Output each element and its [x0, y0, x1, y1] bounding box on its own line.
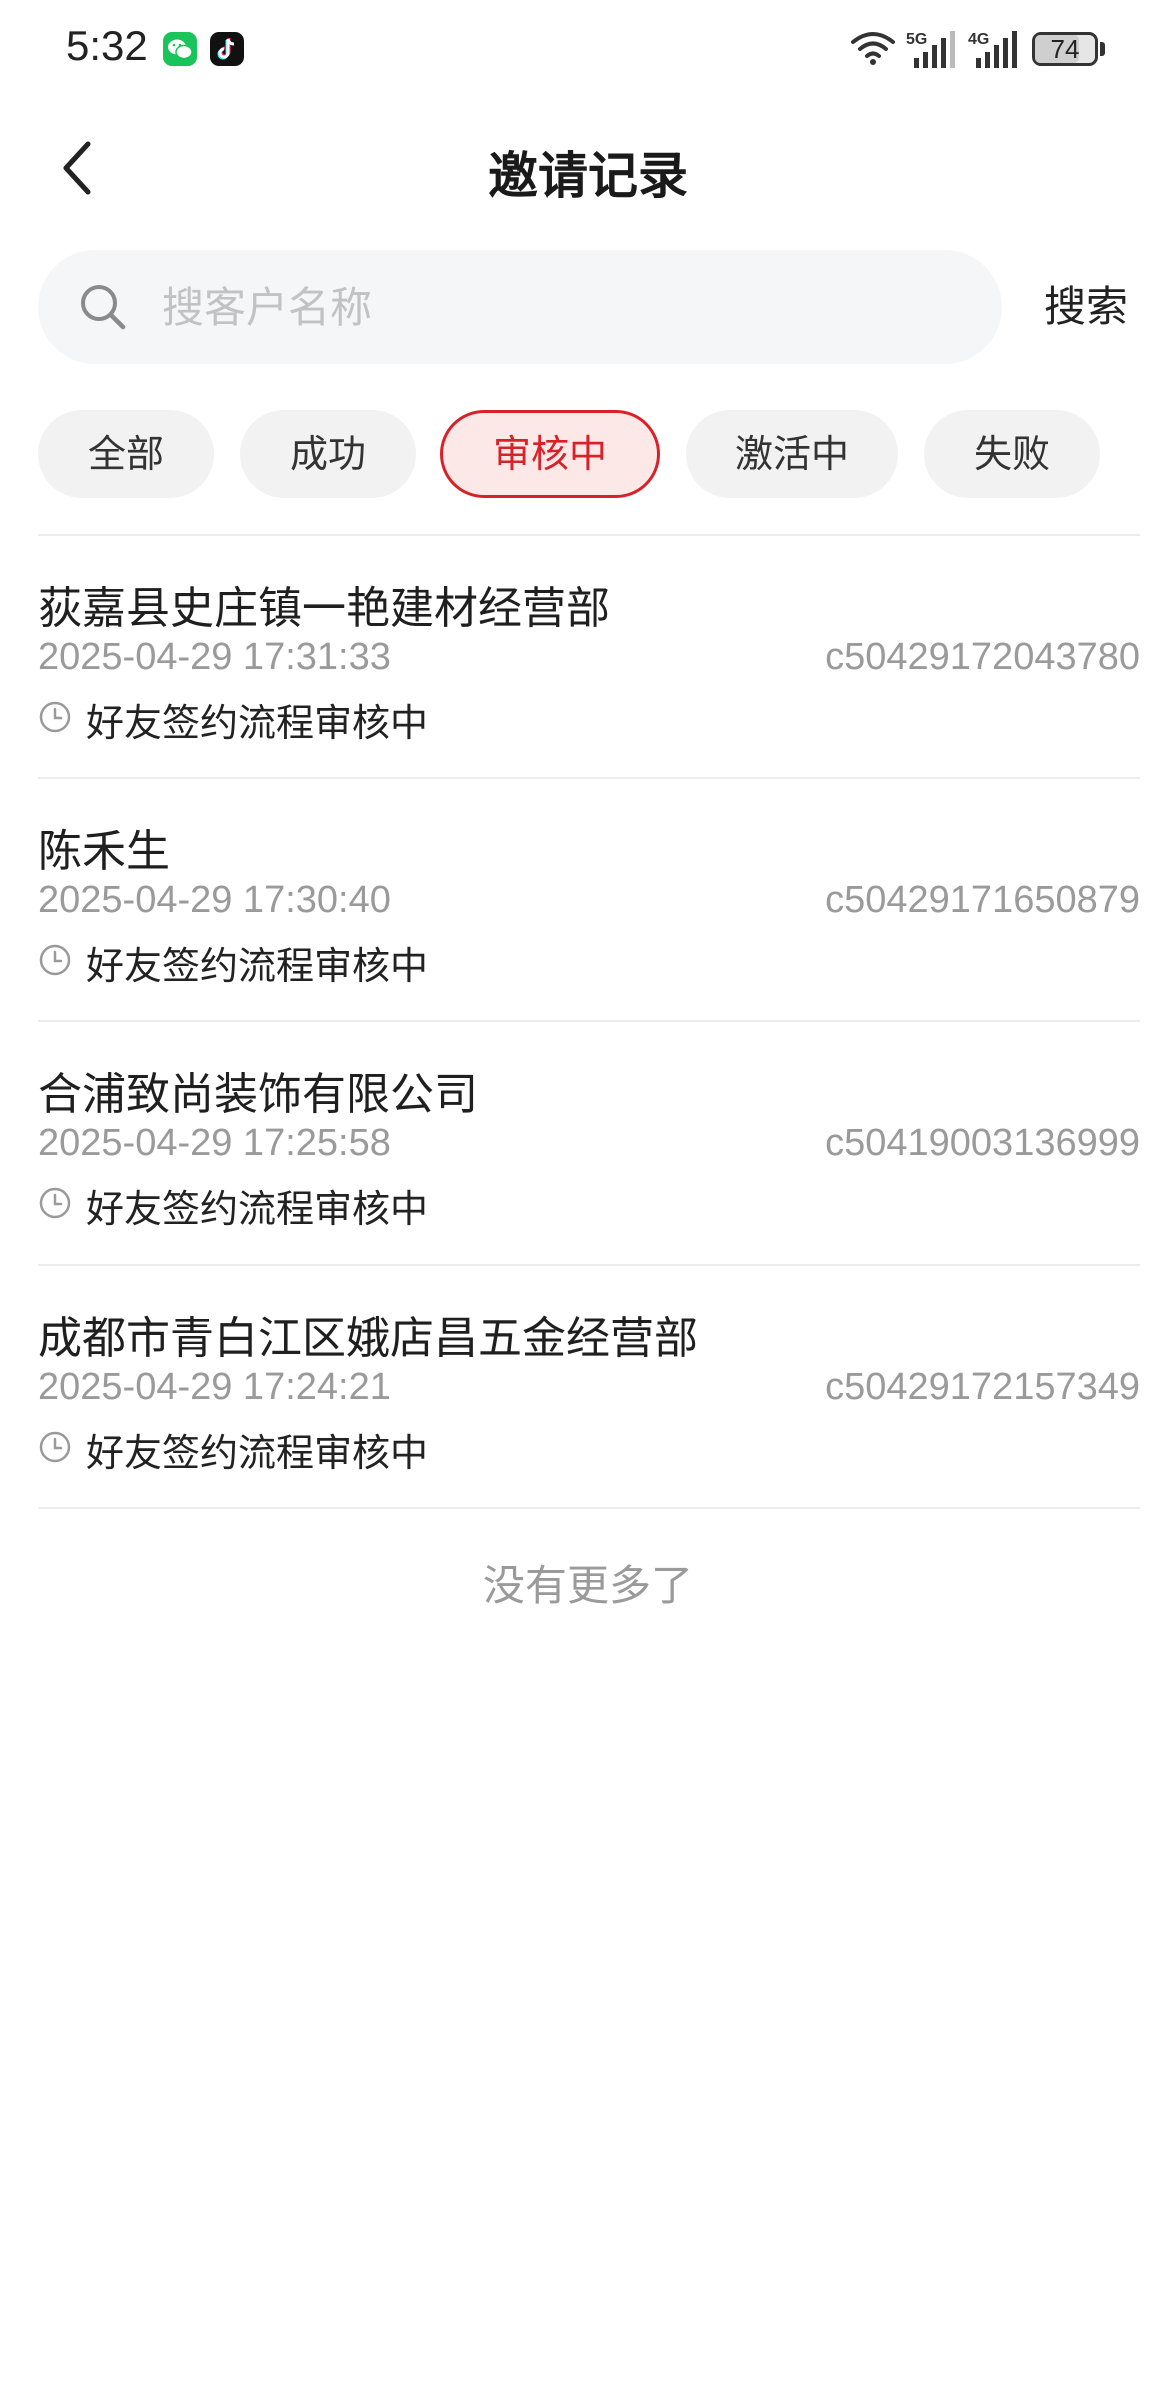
no-more-text: 没有更多了 — [482, 1561, 693, 1610]
status-time: 5:32 — [66, 22, 148, 69]
customer-name: 合浦致尚装饰有限公司 — [38, 1069, 478, 1120]
record-id: c50429171650879 — [825, 879, 1140, 921]
list-item[interactable]: 陈禾生 2025-04-29 17:30:40 c50429171650879 … — [38, 779, 1140, 1021]
page-title: 邀请记录 — [488, 147, 688, 205]
list-item[interactable]: 成都市青白江区娥店昌五金经营部 2025-04-29 17:24:21 c504… — [38, 1266, 1140, 1508]
invite-records-page: 5:32 5G 4G 74 邀请记录 搜客户名称 搜索 全部 成功 审核中 激活… — [0, 0, 1176, 2400]
battery-icon: 74 — [1032, 32, 1098, 66]
battery-percent: 74 — [1050, 34, 1080, 64]
invite-time: 2025-04-29 17:31:33 — [38, 636, 391, 678]
clock-icon — [39, 1187, 71, 1219]
list-item[interactable]: 合浦致尚装饰有限公司 2025-04-29 17:25:58 c50419003… — [38, 1022, 1140, 1264]
tab-failed[interactable]: 失败 — [924, 410, 1100, 498]
search-icon — [81, 285, 126, 330]
status-text: 好友签约流程审核中 — [86, 1431, 429, 1475]
status-text: 好友签约流程审核中 — [86, 1187, 429, 1231]
list-item[interactable]: 荻嘉县史庄镇一艳建材经营部 2025-04-29 17:31:33 c50429… — [38, 536, 1140, 778]
wifi-icon — [851, 32, 895, 65]
clock-icon — [39, 944, 71, 976]
tab-all[interactable]: 全部 — [38, 410, 214, 498]
record-id: c50429172157349 — [825, 1366, 1140, 1408]
invite-time: 2025-04-29 17:25:58 — [38, 1122, 391, 1164]
customer-name: 陈禾生 — [38, 826, 170, 877]
header: 邀请记录 — [0, 110, 1176, 230]
status-text: 好友签约流程审核中 — [86, 701, 429, 745]
svg-text:5G: 5G — [906, 31, 927, 48]
record-id: c50419003136999 — [825, 1122, 1140, 1164]
search-button[interactable]: 搜索 — [1026, 272, 1146, 342]
clock-icon — [39, 701, 71, 733]
tab-success[interactable]: 成功 — [240, 410, 416, 498]
status-text: 好友签约流程审核中 — [86, 944, 429, 988]
search-box[interactable] — [38, 250, 1002, 364]
signal-5g-icon: 5G — [906, 31, 955, 68]
wechat-icon — [163, 32, 197, 66]
status-bar: 5:32 5G 4G 74 — [0, 0, 1176, 100]
signal-4g-icon: 4G — [968, 31, 1017, 68]
invite-time: 2025-04-29 17:30:40 — [38, 879, 391, 921]
battery-cap — [1100, 42, 1105, 56]
tab-reviewing[interactable]: 审核中 — [440, 410, 660, 498]
clock-icon — [39, 1431, 71, 1463]
record-id: c50429172043780 — [825, 636, 1140, 678]
divider — [38, 1507, 1140, 1509]
tab-activating[interactable]: 激活中 — [686, 410, 898, 498]
search-input[interactable] — [162, 272, 962, 342]
customer-name: 荻嘉县史庄镇一艳建材经营部 — [38, 583, 610, 634]
tiktok-icon — [210, 32, 244, 66]
customer-name: 成都市青白江区娥店昌五金经营部 — [38, 1313, 698, 1364]
invite-time: 2025-04-29 17:24:21 — [38, 1366, 391, 1408]
svg-text:4G: 4G — [968, 31, 989, 48]
